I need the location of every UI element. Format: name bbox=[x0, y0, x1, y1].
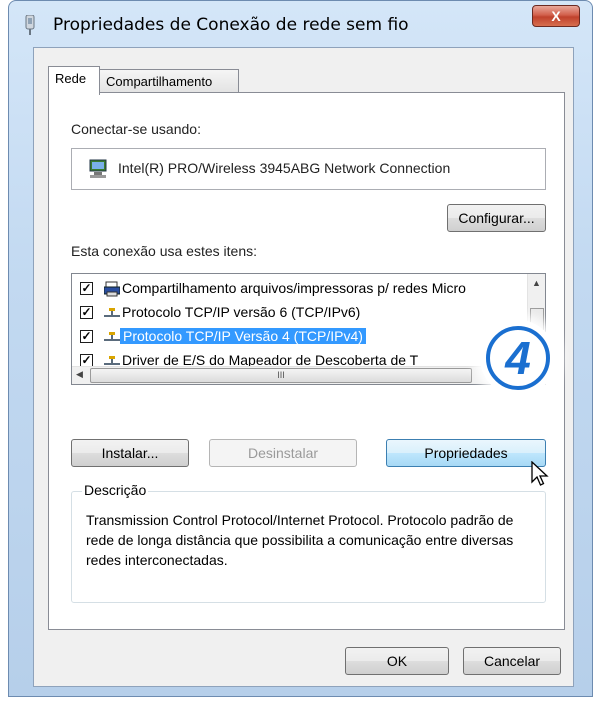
item-checkbox[interactable]: ✓ bbox=[80, 306, 93, 319]
horizontal-scrollbar[interactable]: ◀ III bbox=[72, 366, 545, 384]
network-adapter-icon bbox=[25, 15, 35, 35]
item-checkbox[interactable]: ✓ bbox=[80, 282, 93, 295]
adapter-name: Intel(R) PRO/Wireless 3945ABG Network Co… bbox=[118, 160, 451, 176]
title-bar[interactable]: Propriedades de Conexão de rede sem fio … bbox=[9, 1, 592, 47]
install-button[interactable]: Instalar... bbox=[71, 439, 189, 467]
close-button[interactable]: X bbox=[532, 5, 580, 27]
network-protocol-icon bbox=[104, 332, 120, 341]
connect-using-label: Conectar-se usando: bbox=[71, 121, 201, 137]
items-list[interactable]: ✓ Compartilhamento arquivos/impressoras … bbox=[71, 273, 546, 385]
uninstall-button[interactable]: Desinstalar bbox=[209, 439, 357, 467]
ok-button[interactable]: OK bbox=[345, 647, 449, 675]
tab-rede[interactable]: Rede bbox=[48, 66, 100, 95]
network-protocol-icon bbox=[104, 308, 120, 317]
list-item-label: Compartilhamento arquivos/impressoras p/… bbox=[122, 280, 466, 296]
description-text: Transmission Control Protocol/Internet P… bbox=[86, 512, 514, 568]
scroll-up-icon[interactable]: ▲ bbox=[532, 278, 541, 288]
properties-button[interactable]: Propriedades bbox=[386, 439, 546, 467]
window-title: Propriedades de Conexão de rede sem fio bbox=[53, 15, 409, 35]
step-badge: 4 bbox=[480, 320, 556, 396]
list-item-selected[interactable]: ✓ Protocolo TCP/IP Versão 4 (TCP/IPv4) bbox=[72, 326, 528, 350]
adapter-box: Intel(R) PRO/Wireless 3945ABG Network Co… bbox=[71, 148, 546, 190]
list-item-label: Protocolo TCP/IP versão 6 (TCP/IPv6) bbox=[122, 304, 361, 320]
list-item[interactable]: ✓ Compartilhamento arquivos/impressoras … bbox=[72, 278, 528, 302]
description-groupbox: Descrição Transmission Control Protocol/… bbox=[71, 482, 546, 603]
configure-button[interactable]: Configurar... bbox=[447, 204, 546, 232]
cancel-button[interactable]: Cancelar bbox=[463, 647, 561, 675]
scroll-thumb-horizontal[interactable]: III bbox=[90, 368, 472, 383]
scroll-left-icon[interactable]: ◀ bbox=[76, 369, 83, 380]
printer-icon bbox=[104, 281, 120, 297]
list-item[interactable]: ✓ Protocolo TCP/IP versão 6 (TCP/IPv6) bbox=[72, 302, 528, 326]
network-adapter-icon bbox=[89, 159, 107, 178]
step-number: 4 bbox=[486, 326, 550, 390]
items-label: Esta conexão usa estes itens: bbox=[71, 243, 257, 259]
item-checkbox[interactable]: ✓ bbox=[80, 330, 93, 343]
list-item-label: Protocolo TCP/IP Versão 4 (TCP/IPv4) bbox=[120, 328, 366, 344]
description-legend: Descrição bbox=[82, 482, 149, 498]
mouse-cursor-icon bbox=[531, 461, 549, 486]
